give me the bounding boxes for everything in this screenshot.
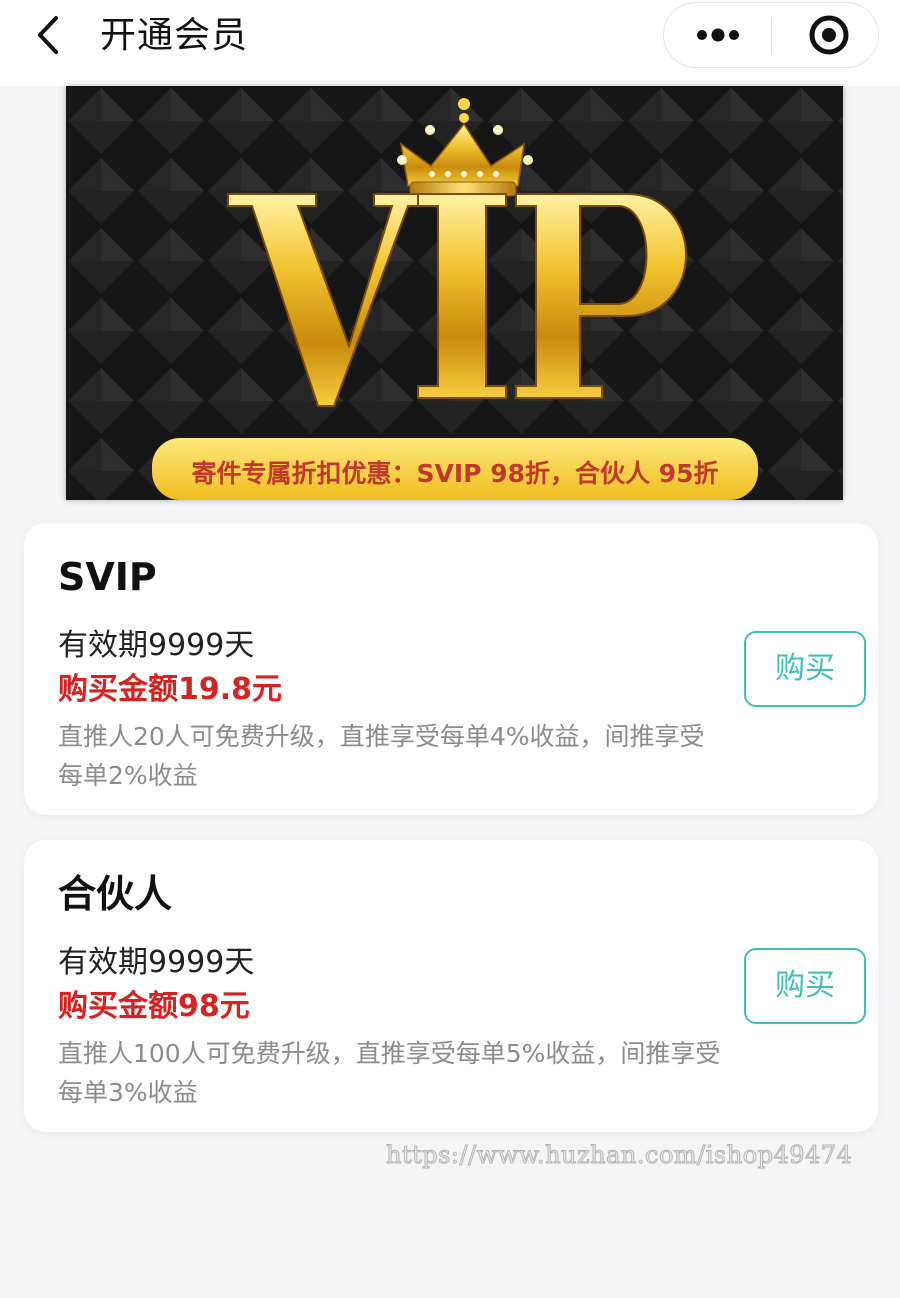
promo-text: 寄件专属折扣优惠：SVIP 98折，合伙人 95折 [192,459,719,488]
buy-partner-button[interactable]: 购买 [744,948,866,1024]
plan-description: 直推人100人可免费升级，直推享受每单5%收益，间推享受每单3%收益 [58,1039,721,1107]
mini-program-capsule [663,2,879,68]
plan-name: 合伙人 [58,872,173,916]
back-button[interactable] [30,12,70,58]
plan-card-partner: 合伙人 有效期9999天 购买金额98元 直推人100人可免费升级，直推享受每单… [24,840,878,1132]
vip-banner-art: 寄件专属折扣优惠：SVIP 98折，合伙人 95折 [66,86,843,500]
plan-validity: 有效期9999天 [58,628,255,663]
plan-card-svip: SVIP 有效期9999天 购买金额19.8元 直推人20人可免费升级，直推享受… [24,523,878,815]
plan-price: 购买金额19.8元 [58,672,283,707]
more-dots-icon [697,28,739,42]
watermark: https://www.huzhan.com/ishop49474 [385,1141,853,1170]
plan-price: 购买金额98元 [58,989,250,1024]
nav-bar: 开通会员 [0,0,900,86]
buy-svip-button[interactable]: 购买 [744,631,866,707]
more-button[interactable] [684,13,752,57]
target-close-icon [809,15,849,55]
page-title: 开通会员 [100,15,249,56]
vip-banner: 寄件专属折扣优惠：SVIP 98折，合伙人 95折 [66,86,843,500]
capsule-divider [771,17,772,55]
close-mini-program-button[interactable] [794,11,864,59]
chevron-left-icon [38,16,58,54]
plan-name: SVIP [58,555,157,599]
plan-description: 直推人20人可免费升级，直推享受每单4%收益，间推享受每单2%收益 [58,722,705,790]
plan-validity: 有效期9999天 [58,945,255,980]
